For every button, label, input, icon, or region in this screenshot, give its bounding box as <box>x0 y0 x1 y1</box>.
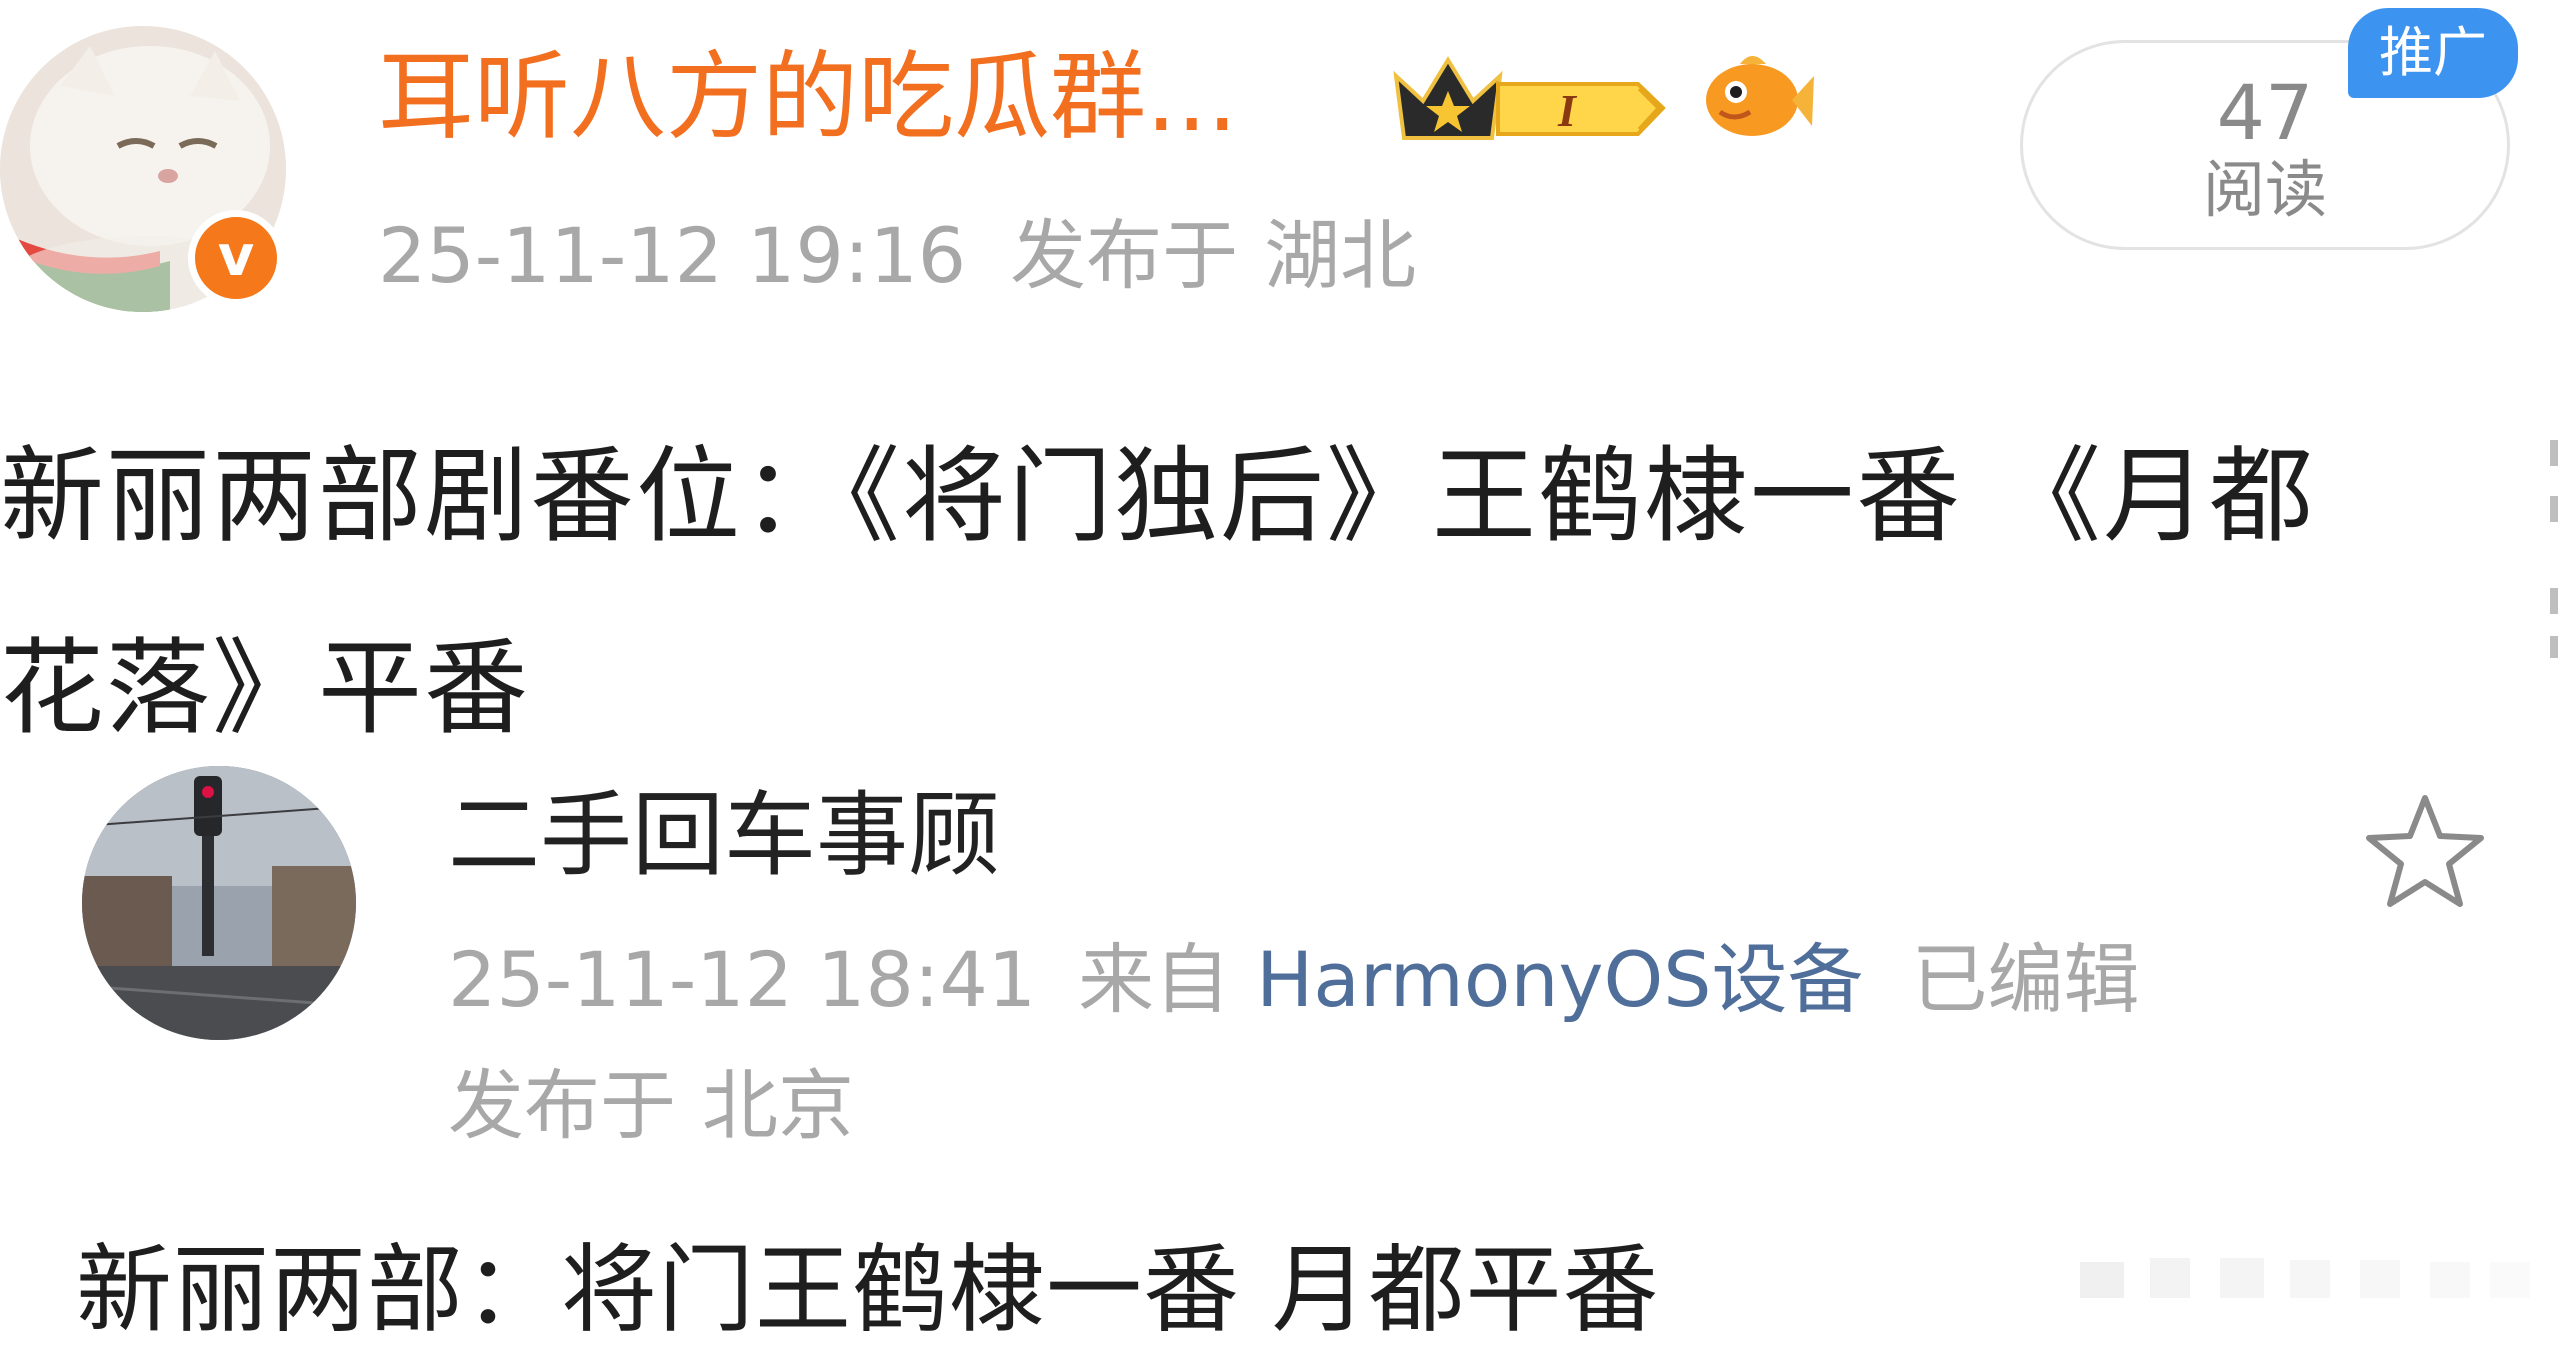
fish-badge-icon[interactable] <box>1700 46 1815 146</box>
read-label: 阅读 <box>2202 153 2327 226</box>
faded-text-remnant <box>2080 1258 2530 1298</box>
street-avatar-image <box>82 766 356 1040</box>
location-prefix: 发布于 <box>1010 211 1239 300</box>
post-body-line-2: 花落》平番 <box>0 627 531 749</box>
post-location: 湖北 <box>1264 211 1417 300</box>
post-body-line-1: 新丽两部剧番位：《将门独后》王鹤棣一番 《月都 <box>0 435 2316 557</box>
post-body: 新丽两部剧番位：《将门独后》王鹤棣一番 《月都 花落》平番 <box>0 400 2500 784</box>
device-link[interactable]: HarmonyOS设备 <box>1256 935 1863 1024</box>
quoted-location-line: 发布于 北京 <box>448 1056 854 1156</box>
edited-label: 已编辑 <box>1911 935 2140 1024</box>
quoted-location-prefix: 发布于 <box>448 1061 676 1150</box>
post-meta: 25-11-12 19:16 发布于 湖北 <box>378 206 1460 306</box>
quoted-location: 北京 <box>702 1061 854 1150</box>
source-prefix: 来自 <box>1078 935 1231 1024</box>
post-timestamp: 25-11-12 19:16 <box>378 211 967 300</box>
quoted-timestamp: 25-11-12 18:41 <box>448 935 1037 1024</box>
quoted-body: 新丽两部：将门王鹤棣一番 月都平番 <box>76 1234 1660 1346</box>
level-badge-text: I <box>1557 85 1578 136</box>
crown-badge-icon[interactable]: I <box>1388 46 1678 146</box>
star-icon[interactable] <box>2362 790 2488 916</box>
overflow-glyph-fragment <box>2550 440 2558 658</box>
quoted-meta: 25-11-12 18:41 来自 HarmonyOS设备 已编辑 <box>448 930 2140 1030</box>
promo-badge[interactable]: 推广 <box>2348 8 2518 98</box>
author-name[interactable]: 耳听八方的吃瓜群... <box>378 42 1238 152</box>
verified-icon: v <box>188 210 284 306</box>
quoted-author-name[interactable]: 二手回车事顾 <box>448 776 1000 896</box>
quoted-avatar[interactable] <box>82 766 356 1040</box>
